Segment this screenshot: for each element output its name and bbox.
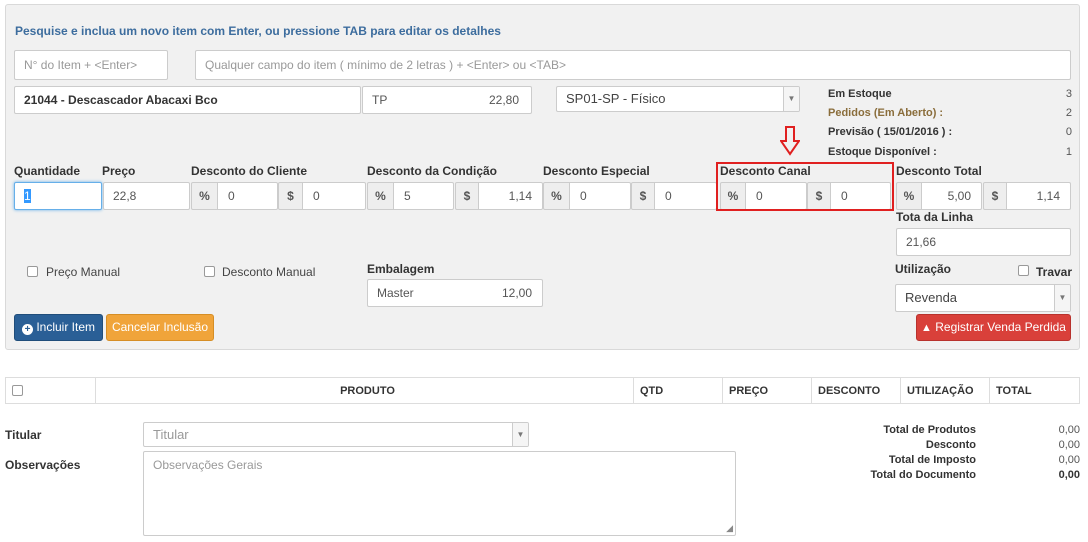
desconto-total-doc-value: 0,00 (1058, 439, 1080, 451)
preco-manual-label: Preço Manual (46, 265, 121, 279)
unit-label: TP (372, 93, 388, 107)
stock-pedidos: Pedidos (Em Aberto) : 2 (828, 107, 1072, 119)
warehouse-value: SP01-SP - Físico (566, 91, 666, 106)
preco-manual-checkbox[interactable] (27, 266, 38, 277)
quantidade-label: Quantidade (14, 164, 81, 178)
total-documento-value: 0,00 (1058, 469, 1080, 481)
desc-especial-cur-addon: $ (631, 182, 655, 210)
previsao-value: 0 (1065, 126, 1072, 138)
previsao-label: Previsão ( 15/01/2016 ) : (828, 126, 953, 138)
total-imposto-label: Total de Imposto (888, 454, 976, 466)
desc-condicao-pct-input[interactable]: 5 (394, 182, 454, 210)
desc-cliente-cur-addon: $ (278, 182, 303, 210)
total-linha-input[interactable]: 21,66 (896, 228, 1071, 256)
resize-handle-icon[interactable]: ◢ (726, 524, 733, 533)
preco-label: Preço (102, 164, 136, 178)
col-produto[interactable]: PRODUTO (95, 377, 634, 404)
total-linha-label: Tota da Linha (896, 210, 974, 224)
item-number-search-input[interactable]: N° do Item + <Enter> (14, 50, 168, 80)
disponivel-label: Estoque Disponível : (828, 146, 937, 158)
instruction-hint: Pesquise e inclua um novo item com Enter… (15, 24, 501, 38)
desconto-condicao-label: Desconto da Condição (367, 164, 498, 178)
pedidos-label: Pedidos (Em Aberto) : (828, 107, 944, 119)
col-qtd[interactable]: QTD (633, 377, 723, 404)
titular-select[interactable]: Titular ▼ (143, 422, 529, 447)
desc-total-cur-addon: $ (983, 182, 1007, 210)
unit-price-field[interactable]: TP 22,80 (362, 86, 532, 114)
desc-condicao-pct-addon: % (367, 182, 394, 210)
quantidade-input[interactable]: 1 (14, 182, 102, 210)
desc-total-val-input[interactable]: 1,14 (1007, 182, 1071, 210)
registrar-venda-perdida-button[interactable]: ▲ Registrar Venda Perdida (916, 314, 1071, 341)
stock-previsao: Previsão ( 15/01/2016 ) : 0 (828, 126, 1072, 138)
stock-disponivel: Estoque Disponível : 1 (828, 146, 1072, 158)
utilizacao-label: Utilização (895, 262, 952, 276)
embalagem-name: Master (377, 286, 414, 300)
col-desconto[interactable]: DESCONTO (811, 377, 901, 404)
desc-cliente-pct-addon: % (191, 182, 218, 210)
embalagem-field[interactable]: Master 12,00 (367, 279, 543, 307)
cancelar-inclusao-button[interactable]: Cancelar Inclusão (106, 314, 214, 341)
travar-label: Travar (1036, 265, 1073, 279)
product-name-field[interactable]: 21044 - Descascador Abacaxi Bco (14, 86, 361, 114)
total-produtos-value: 0,00 (1058, 424, 1080, 436)
desconto-cliente-label: Desconto do Cliente (191, 164, 308, 178)
preco-input[interactable]: 22,8 (103, 182, 190, 210)
incluir-item-label: Incluir Item (36, 320, 96, 334)
stock-em-estoque: Em Estoque 3 (828, 88, 1072, 100)
desconto-total-doc-label: Desconto (925, 439, 976, 451)
desc-especial-val-input[interactable]: 0 (655, 182, 717, 210)
down-arrow-icon (780, 126, 800, 156)
disponivel-value: 1 (1065, 146, 1072, 158)
desc-especial-pct-addon: % (543, 182, 570, 210)
embalagem-value: 12,00 (501, 286, 532, 300)
utilizacao-select[interactable]: Revenda ▼ (895, 284, 1071, 312)
desconto-manual-label: Desconto Manual (222, 265, 316, 279)
col-preco[interactable]: PREÇO (722, 377, 812, 404)
observacoes-label: Observações (5, 458, 81, 472)
plus-circle-icon: + (21, 324, 33, 335)
desconto-canal-highlight-box (716, 162, 894, 211)
total-imposto-value: 0,00 (1058, 454, 1080, 466)
desc-cliente-pct-input[interactable]: 0 (218, 182, 278, 210)
titular-label: Titular (5, 428, 42, 442)
desc-especial-pct-input[interactable]: 0 (570, 182, 631, 210)
select-all-checkbox[interactable] (12, 384, 23, 396)
observacoes-placeholder: Observações Gerais (153, 458, 263, 472)
warning-icon: ▲ (921, 322, 932, 334)
total-documento-label: Total do Documento (870, 469, 976, 481)
warehouse-select[interactable]: SP01-SP - Físico ▼ (556, 86, 800, 112)
registrar-venda-perdida-label: Registrar Venda Perdida (935, 320, 1066, 334)
any-field-search-input[interactable]: Qualquer campo do item ( mínimo de 2 let… (195, 50, 1071, 80)
chevron-down-icon: ▼ (512, 423, 528, 446)
col-utilizacao[interactable]: UTILIZAÇÃO (900, 377, 990, 404)
pedidos-value: 2 (1065, 107, 1072, 119)
desc-total-pct-addon: % (896, 182, 922, 210)
table-header-row: PRODUTO QTD PREÇO DESCONTO UTILIZAÇÃO TO… (5, 377, 1080, 404)
desc-condicao-val-input[interactable]: 1,14 (479, 182, 543, 210)
incluir-item-button[interactable]: + Incluir Item (14, 314, 103, 341)
quantidade-value: 1 (24, 189, 31, 203)
desc-cliente-val-input[interactable]: 0 (303, 182, 366, 210)
unit-price-value: 22,80 (488, 93, 519, 107)
desconto-total-label: Desconto Total (896, 164, 982, 178)
chevron-down-icon: ▼ (1054, 285, 1070, 311)
observacoes-textarea[interactable]: Observações Gerais ◢ (143, 451, 736, 536)
desc-total-pct-input[interactable]: 5,00 (922, 182, 982, 210)
em-estoque-label: Em Estoque (828, 88, 892, 100)
col-total[interactable]: TOTAL (989, 377, 1080, 404)
titular-placeholder: Titular (153, 427, 189, 442)
total-produtos-label: Total de Produtos (883, 424, 976, 436)
desconto-manual-checkbox[interactable] (204, 266, 215, 277)
travar-checkbox[interactable] (1018, 265, 1029, 276)
desconto-especial-label: Desconto Especial (543, 164, 650, 178)
utilizacao-value: Revenda (905, 290, 958, 305)
em-estoque-value: 3 (1065, 88, 1072, 100)
items-table: PRODUTO QTD PREÇO DESCONTO UTILIZAÇÃO TO… (5, 377, 1080, 404)
desc-condicao-cur-addon: $ (455, 182, 479, 210)
chevron-down-icon: ▼ (783, 87, 799, 111)
select-all-header (5, 377, 96, 404)
embalagem-label: Embalagem (367, 262, 435, 276)
